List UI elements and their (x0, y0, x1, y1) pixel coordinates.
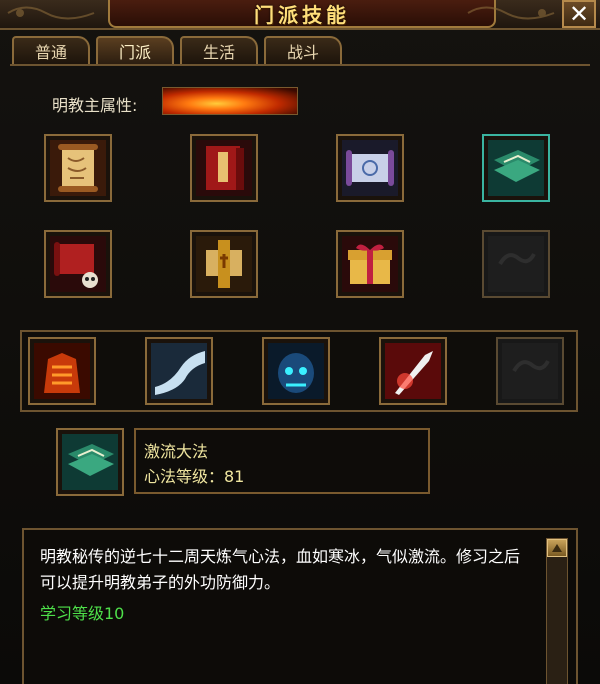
ice-wave-icon (151, 343, 207, 399)
ice-spear-icon (385, 343, 441, 399)
main-attribute-label: 明教主属性: (52, 96, 138, 115)
golden-scroll-icon (50, 140, 106, 196)
combat-slot-empty[interactable] (496, 337, 564, 405)
selected-skill-name: 激流大法 (144, 442, 209, 461)
fire-armor-icon (34, 343, 90, 399)
arrow-up-icon (552, 544, 562, 552)
skill-slot-red-scroll[interactable] (44, 230, 112, 298)
gift-box-icon (342, 236, 398, 292)
title-plaque: 门派技能 (108, 0, 496, 28)
selected-skill-info: 激流大法 心法等级：81 (134, 428, 430, 494)
combat-slot-demon-skull[interactable] (262, 337, 330, 405)
fire-element-icon (162, 87, 298, 115)
combat-slot-ice-wave[interactable] (145, 337, 213, 405)
left-ornament-icon (7, 6, 95, 20)
demon-skull-icon (268, 343, 324, 399)
tab-general[interactable]: 普通 (12, 36, 90, 64)
selected-skill-level: 心法等级：81 (144, 467, 245, 486)
empty-slot-icon (502, 343, 558, 399)
skill-slot-green-book[interactable] (482, 134, 550, 202)
blue-scroll-icon (342, 140, 398, 196)
skill-description-text: 明教秘传的逆七十二周天炼气心法，血如寒冰，气似激流。修习之后可以提升明教弟子的外… (40, 547, 521, 592)
skill-slot-gift-box[interactable] (336, 230, 404, 298)
skill-slot-golden-plaque[interactable] (190, 230, 258, 298)
red-scroll-skull-icon (50, 236, 106, 292)
description-scrollbar[interactable] (546, 538, 568, 684)
tab-divider (10, 64, 590, 66)
tab-combat[interactable]: 战斗 (264, 36, 342, 64)
title-bar[interactable]: 门派技能 ✕ (0, 0, 600, 30)
green-book-icon (62, 434, 118, 490)
combat-slot-ice-spear[interactable] (379, 337, 447, 405)
learn-level-requirement: 学习等级10 (40, 604, 125, 623)
scroll-up-button[interactable] (547, 539, 567, 557)
skill-window: 门派技能 ✕ 普通 门派 生活 战斗 明教主属性: 激流大法 心法等级：81 明… (0, 0, 600, 684)
skill-slot-golden-scroll[interactable] (44, 134, 112, 202)
skill-slot-empty[interactable] (482, 230, 550, 298)
right-ornament-icon (467, 6, 555, 20)
green-book-icon (488, 140, 544, 196)
combat-slot-fire-armor[interactable] (28, 337, 96, 405)
golden-plaque-scroll-icon (196, 236, 252, 292)
window-title: 门派技能 (254, 2, 350, 27)
tab-sect[interactable]: 门派 (96, 36, 174, 64)
skill-slot-red-book[interactable] (190, 134, 258, 202)
red-book-icon (196, 140, 252, 196)
tab-life[interactable]: 生活 (180, 36, 258, 64)
selected-skill-icon (56, 428, 124, 496)
close-button[interactable]: ✕ (562, 0, 596, 28)
tab-bar: 普通 门派 生活 战斗 (12, 36, 342, 64)
close-icon: ✕ (568, 0, 590, 28)
skill-slot-blue-scroll[interactable] (336, 134, 404, 202)
skill-description-panel: 明教秘传的逆七十二周天炼气心法，血如寒冰，气似激流。修习之后可以提升明教弟子的外… (22, 528, 578, 684)
empty-slot-icon (488, 236, 544, 292)
